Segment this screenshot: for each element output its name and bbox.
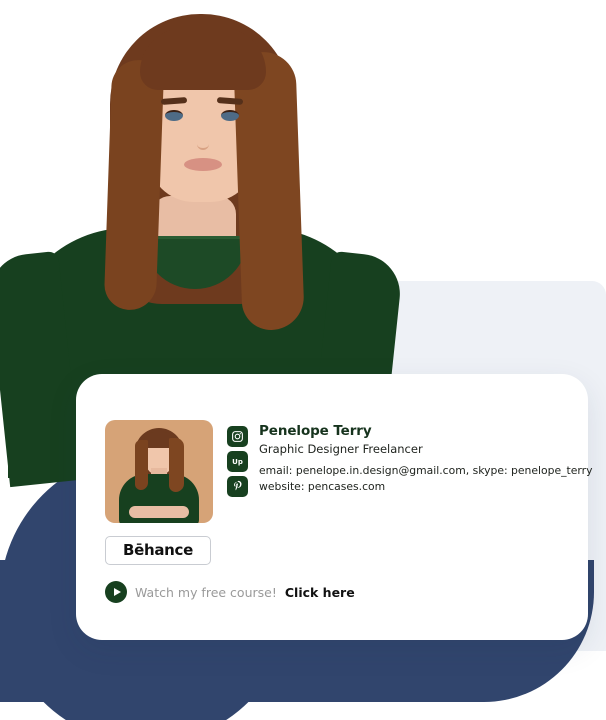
avatar-arms — [129, 506, 189, 518]
hero-eye-right — [221, 110, 239, 121]
hero-nose — [197, 130, 209, 150]
profile-details: Penelope Terry Graphic Designer Freelanc… — [259, 420, 593, 495]
play-triangle — [113, 588, 121, 596]
hero-hair-strand-left — [103, 59, 165, 311]
scene-root: Up Penelope Terry Graphic Designer Freel… — [0, 0, 606, 720]
avatar-hair-strand-right — [169, 438, 184, 492]
profile-contact-line-1: email: penelope.in.design@gmail.com, sky… — [259, 463, 593, 477]
instagram-icon[interactable] — [227, 426, 248, 447]
avatar-hair-strand-left — [135, 440, 148, 490]
hero-fringe — [140, 28, 266, 90]
profile-card: Up Penelope Terry Graphic Designer Freel… — [76, 374, 593, 640]
social-links: Up — [227, 420, 248, 497]
course-text: Watch my free course! — [135, 584, 277, 600]
profile-role: Graphic Designer Freelancer — [259, 441, 423, 456]
play-icon[interactable] — [105, 581, 127, 603]
pinterest-icon[interactable] — [227, 476, 248, 497]
upwork-icon[interactable]: Up — [227, 451, 248, 472]
hero-hair-strand-right — [233, 51, 305, 331]
profile-contact-line-2: website: pencases.com — [259, 479, 386, 493]
hero-lips — [184, 158, 222, 171]
behance-button[interactable]: Bēhance — [105, 536, 211, 565]
svg-text:Up: Up — [232, 458, 243, 466]
hero-eye-left — [165, 110, 183, 121]
course-promo-row: Watch my free course! Click here — [105, 581, 568, 603]
profile-name: Penelope Terry — [259, 423, 372, 439]
avatar — [105, 420, 213, 523]
course-click-here-link[interactable]: Click here — [285, 585, 355, 600]
behance-label: Bēhance — [122, 541, 194, 559]
